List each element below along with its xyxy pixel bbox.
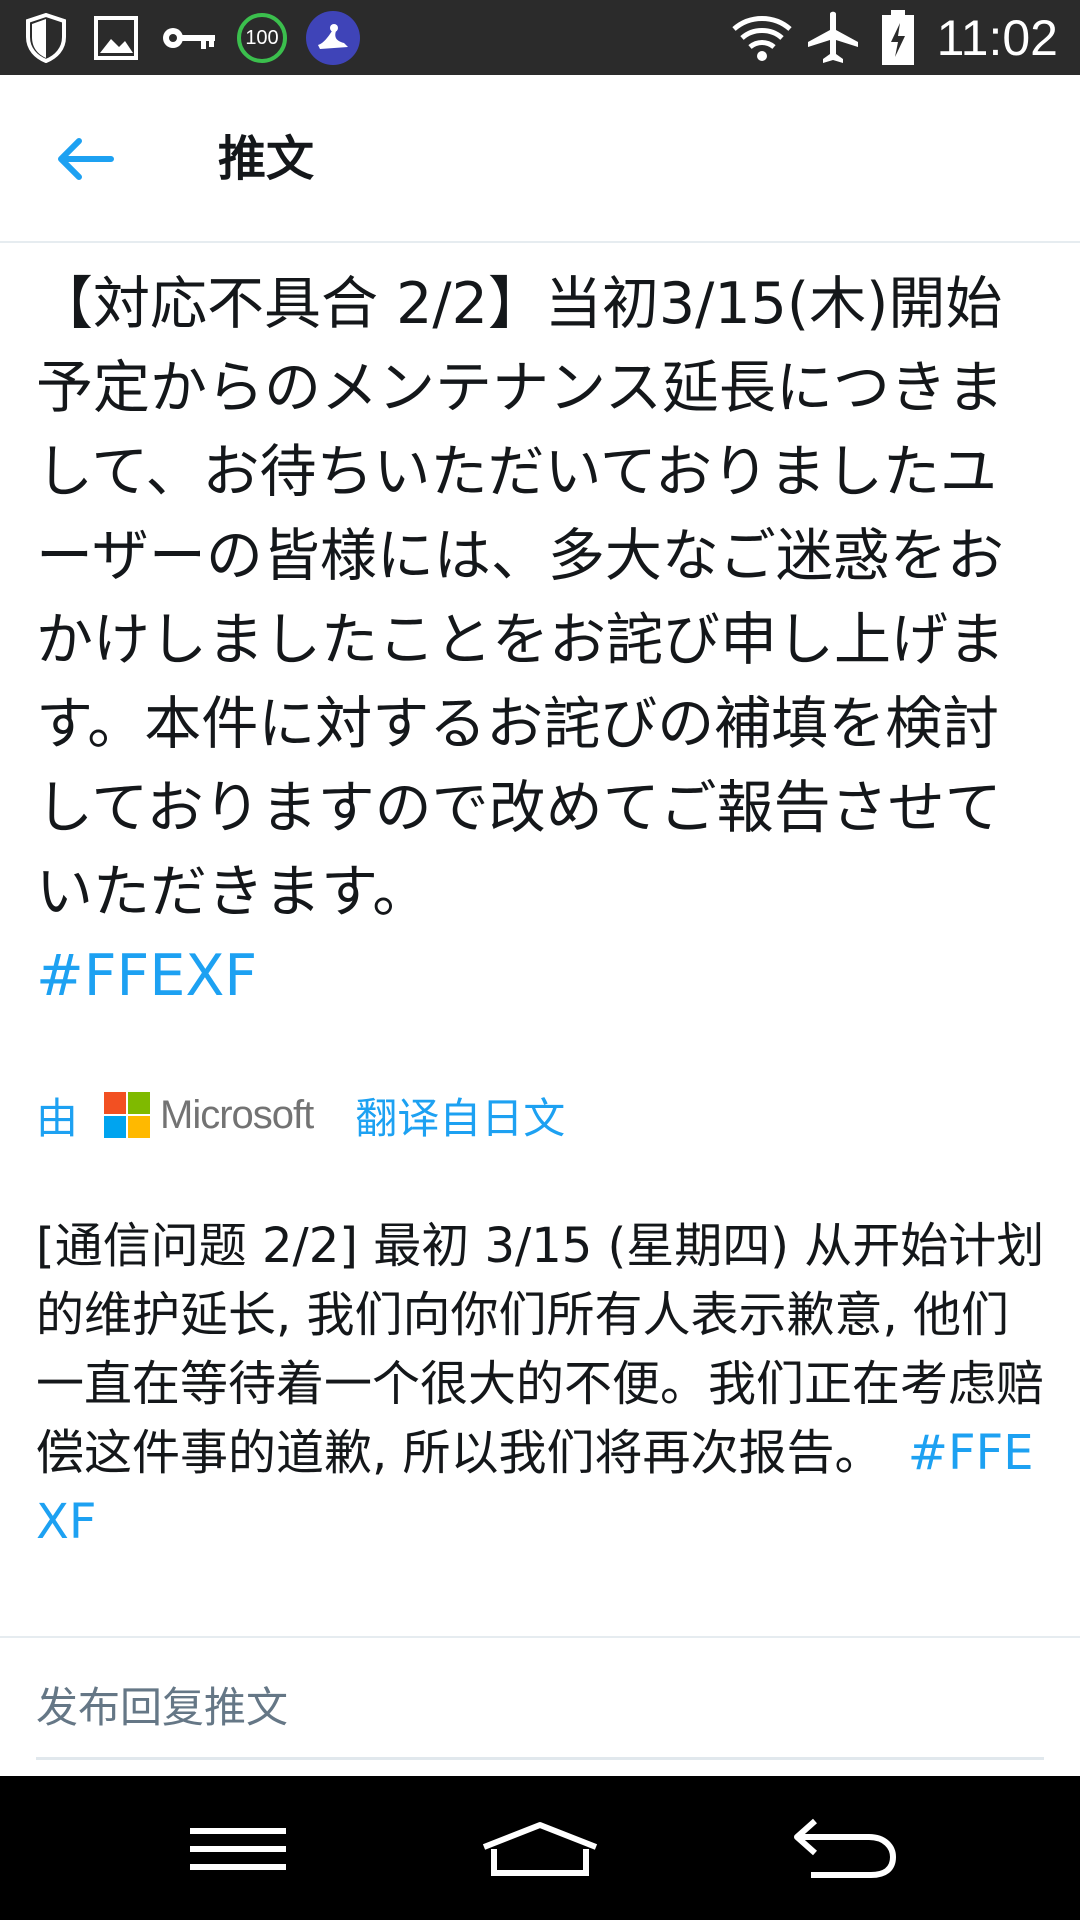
home-button[interactable] [470,1804,610,1894]
app-header: 推文 [0,75,1080,243]
menu-icon [190,1828,286,1870]
microsoft-wordmark: Microsoft [160,1092,314,1137]
back-arrow-icon [58,138,114,180]
system-nav-bar [0,1776,1080,1920]
menu-button[interactable] [168,1804,308,1894]
tweet-body: 【対応不具合 2/2】当初3/15(木)開始予定からのメンテナンス延長につきまし… [36,271,1005,925]
back-icon [794,1818,897,1878]
translated-from-link[interactable]: 翻译自日文 [355,1085,565,1146]
key-icon [160,10,220,66]
status-bar: 100 11:02 [0,0,1080,75]
shield-icon [22,10,70,66]
battery-saver-icon: 100 [234,10,290,66]
battery-charging-icon [876,10,920,66]
translated-text: [通信问题 2/2] 最初 3/15 (星期四) 从开始计划的维护延长, 我们向… [36,1212,1046,1557]
app-notification-icon [304,10,362,66]
home-icon [482,1822,598,1876]
reply-box [36,1650,1044,1760]
status-time: 11:02 [936,10,1058,66]
translation-attribution: 由 Microsoft 翻译自日文 [36,1080,1046,1150]
back-button[interactable] [50,127,120,191]
microsoft-logo-icon [104,1092,151,1138]
airplane-mode-icon [802,10,864,66]
wifi-icon [728,10,796,66]
translated-by-label: 由 [36,1093,79,1143]
battery-percent-badge: 100 [237,13,287,63]
translated-body: [通信问题 2/2] 最初 3/15 (星期四) 从开始计划的维护延长, 我们向… [36,1218,1045,1481]
page-title: 推文 [218,131,315,187]
tweet-hashtag-link[interactable]: #FFEXF [36,943,257,1009]
microsoft-logo: Microsoft [104,1092,314,1138]
divider [0,1636,1080,1638]
tweet-text: 【対応不具合 2/2】当初3/15(木)開始予定からのメンテナンス延長につきまし… [36,262,1046,1018]
image-icon [92,10,140,66]
back-nav-button[interactable] [774,1804,914,1894]
reply-input[interactable] [36,1676,1044,1738]
